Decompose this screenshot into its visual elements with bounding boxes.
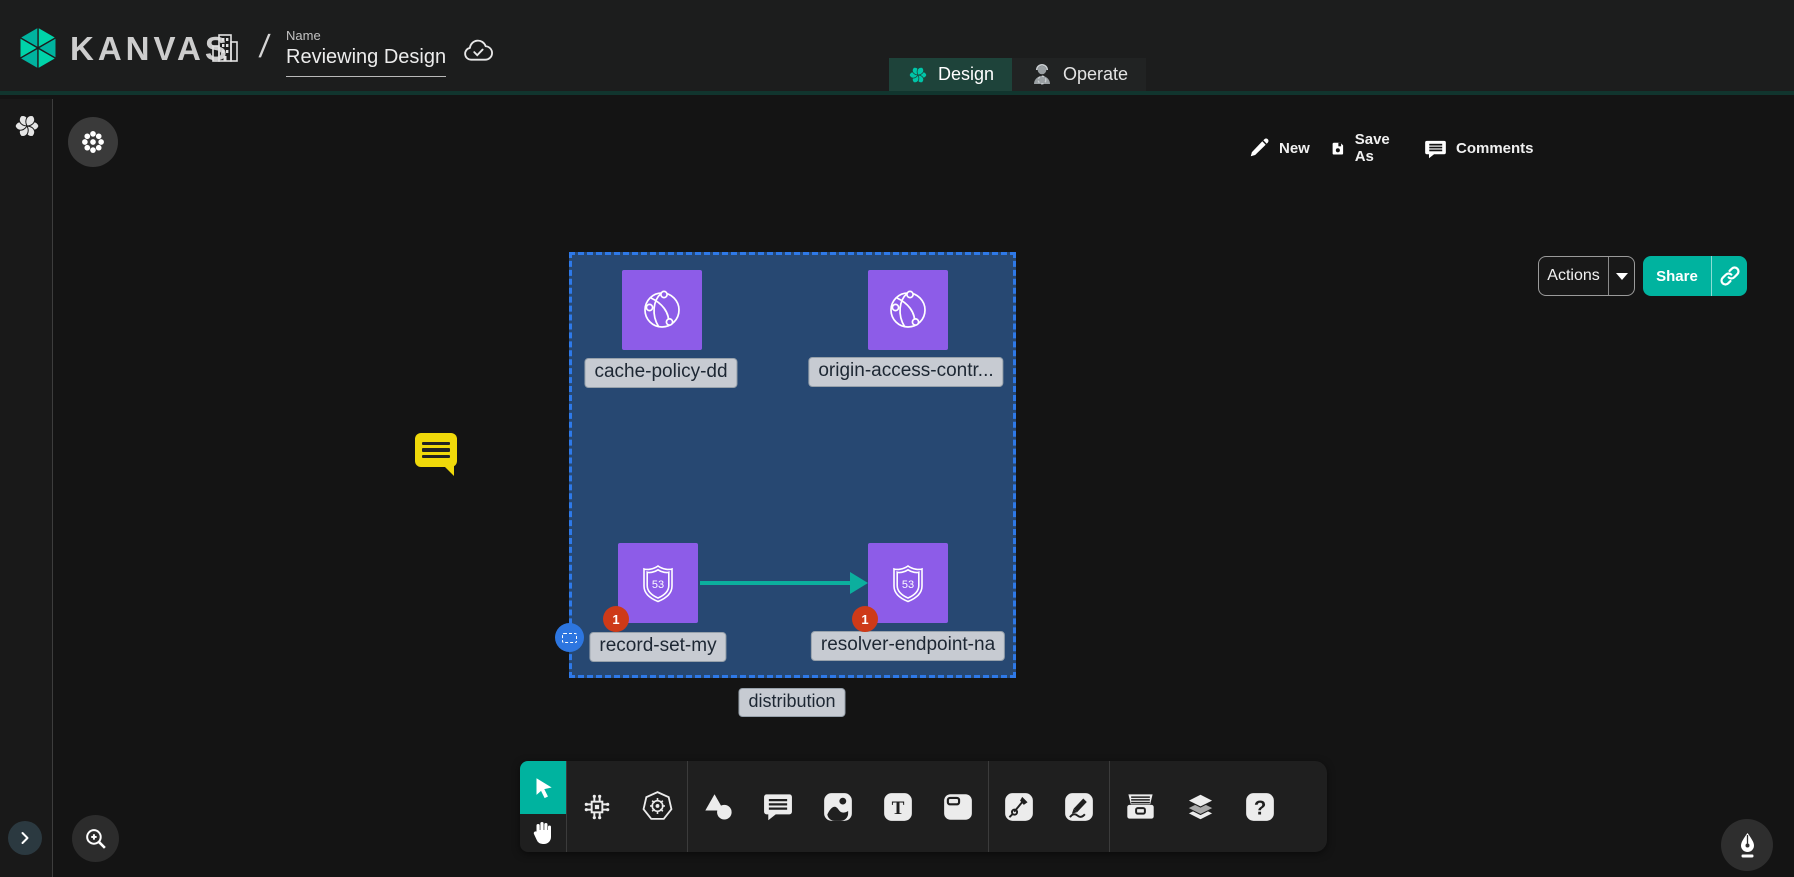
text-tool-icon: T <box>882 791 914 823</box>
card-tool-icon <box>942 791 974 823</box>
circuit-chip-icon <box>581 791 613 823</box>
route53-shield-icon: 53 <box>630 555 686 611</box>
tool-comment[interactable] <box>748 761 808 852</box>
cloudfront-globe-icon <box>634 282 690 338</box>
error-badge-record-set[interactable]: 1 <box>603 606 629 632</box>
building-icon[interactable] <box>210 32 240 64</box>
kanvas-logo-icon[interactable] <box>16 26 60 70</box>
image-tool-icon <box>822 791 854 823</box>
floppy-save-icon <box>1330 137 1346 159</box>
tool-text[interactable]: T <box>868 761 928 852</box>
pan-tool-button[interactable] <box>520 814 566 852</box>
svg-text:T: T <box>892 797 905 818</box>
node-label-cache-policy[interactable]: cache-policy-dd <box>584 358 737 388</box>
design-swirl-icon <box>907 64 929 86</box>
marquee-icon <box>562 633 577 643</box>
operate-person-icon <box>1030 63 1054 87</box>
share-label: Share <box>1643 256 1711 296</box>
brand-title: KANVAS <box>70 30 231 68</box>
tool-layers[interactable] <box>1170 761 1230 852</box>
node-record-set[interactable]: 53 <box>618 543 698 623</box>
actions-caret-segment[interactable] <box>1608 257 1634 295</box>
tool-dock: T <box>520 761 1327 852</box>
app-header: KANVAS / Name <box>0 0 1794 95</box>
archive-drawer-icon <box>1124 791 1157 822</box>
chevron-down-icon <box>1616 273 1628 280</box>
edge-arrowhead <box>850 572 868 594</box>
design-name-group: Name <box>286 28 448 77</box>
comment-tool-icon <box>762 792 794 822</box>
actions-label: Actions <box>1539 257 1608 295</box>
share-split-button[interactable]: Share <box>1643 256 1747 296</box>
chevron-right-icon <box>15 828 35 848</box>
group-label[interactable]: distribution <box>738 688 845 717</box>
left-sidebar <box>0 99 53 877</box>
magnifier-plus-icon <box>83 826 108 851</box>
actions-dropdown-button[interactable]: Actions <box>1538 256 1635 296</box>
tool-help[interactable]: ? <box>1230 761 1290 852</box>
tool-image[interactable] <box>808 761 868 852</box>
tab-design-label: Design <box>938 64 994 85</box>
comment-bubble-icon <box>1424 137 1447 160</box>
tool-circuit[interactable] <box>567 761 627 852</box>
new-label: New <box>1279 140 1310 157</box>
tab-operate-label: Operate <box>1063 64 1128 85</box>
copy-link-segment[interactable] <box>1711 256 1747 296</box>
pencil-sketch-icon <box>1063 791 1095 823</box>
flower-components-icon <box>80 129 106 155</box>
cloud-saved-icon <box>461 36 495 64</box>
new-button[interactable]: New <box>1248 128 1310 168</box>
route53-shield-icon: 53 <box>880 555 936 611</box>
error-badge-resolver-endpoint[interactable]: 1 <box>852 606 878 632</box>
meshery-swirl-icon[interactable] <box>12 111 42 141</box>
pencil-icon <box>1248 137 1270 159</box>
shapes-icon <box>703 793 733 821</box>
group-selection-handle[interactable] <box>555 623 584 652</box>
node-cache-policy[interactable] <box>622 270 702 350</box>
comments-button[interactable]: Comments <box>1424 128 1534 168</box>
breadcrumb-separator: / <box>257 28 271 65</box>
freehand-pen-button[interactable] <box>1721 819 1773 871</box>
node-resolver-endpoint[interactable]: 53 <box>868 543 948 623</box>
select-tool-column <box>520 761 566 852</box>
tab-operate[interactable]: Operate <box>1012 58 1146 91</box>
edge-record-to-resolver[interactable] <box>700 581 852 585</box>
layers-icon <box>1184 791 1217 823</box>
tool-card[interactable] <box>928 761 988 852</box>
pen-tool-icon <box>1003 791 1035 823</box>
tool-pencil-sketch[interactable] <box>1049 761 1109 852</box>
tool-shapes[interactable] <box>688 761 748 852</box>
svg-text:53: 53 <box>902 579 914 591</box>
link-icon <box>1719 265 1741 287</box>
zoom-in-button[interactable] <box>72 815 119 862</box>
tool-pen[interactable] <box>989 761 1049 852</box>
node-label-origin-access[interactable]: origin-access-contr... <box>808 357 1003 387</box>
node-origin-access[interactable] <box>868 270 948 350</box>
pen-nib-icon <box>1734 831 1761 859</box>
tab-design[interactable]: Design <box>889 58 1012 91</box>
name-label: Name <box>286 28 448 43</box>
cloudfront-globe-icon <box>880 282 936 338</box>
cursor-arrow-icon <box>530 775 556 801</box>
tool-kubernetes[interactable] <box>627 761 687 852</box>
node-label-resolver-endpoint[interactable]: resolver-endpoint-na <box>811 631 1005 661</box>
tool-archive[interactable] <box>1110 761 1170 852</box>
sidebar-expand-button[interactable] <box>8 821 42 855</box>
canvas-comment-marker[interactable] <box>415 433 457 467</box>
node-label-record-set[interactable]: record-set-my <box>589 632 726 662</box>
components-drawer-button[interactable] <box>68 117 118 167</box>
comments-label: Comments <box>1456 140 1534 157</box>
svg-text:?: ? <box>1254 797 1266 819</box>
svg-text:53: 53 <box>652 579 664 591</box>
help-question-icon: ? <box>1244 791 1276 823</box>
select-tool-button[interactable] <box>520 761 566 814</box>
hand-icon <box>530 820 556 846</box>
save-as-button[interactable]: Save As <box>1330 128 1396 168</box>
kubernetes-wheel-icon <box>641 790 674 823</box>
design-name-input[interactable] <box>286 43 446 77</box>
mode-tabs: Design Operate <box>889 58 1146 91</box>
save-as-label: Save As <box>1355 131 1396 165</box>
